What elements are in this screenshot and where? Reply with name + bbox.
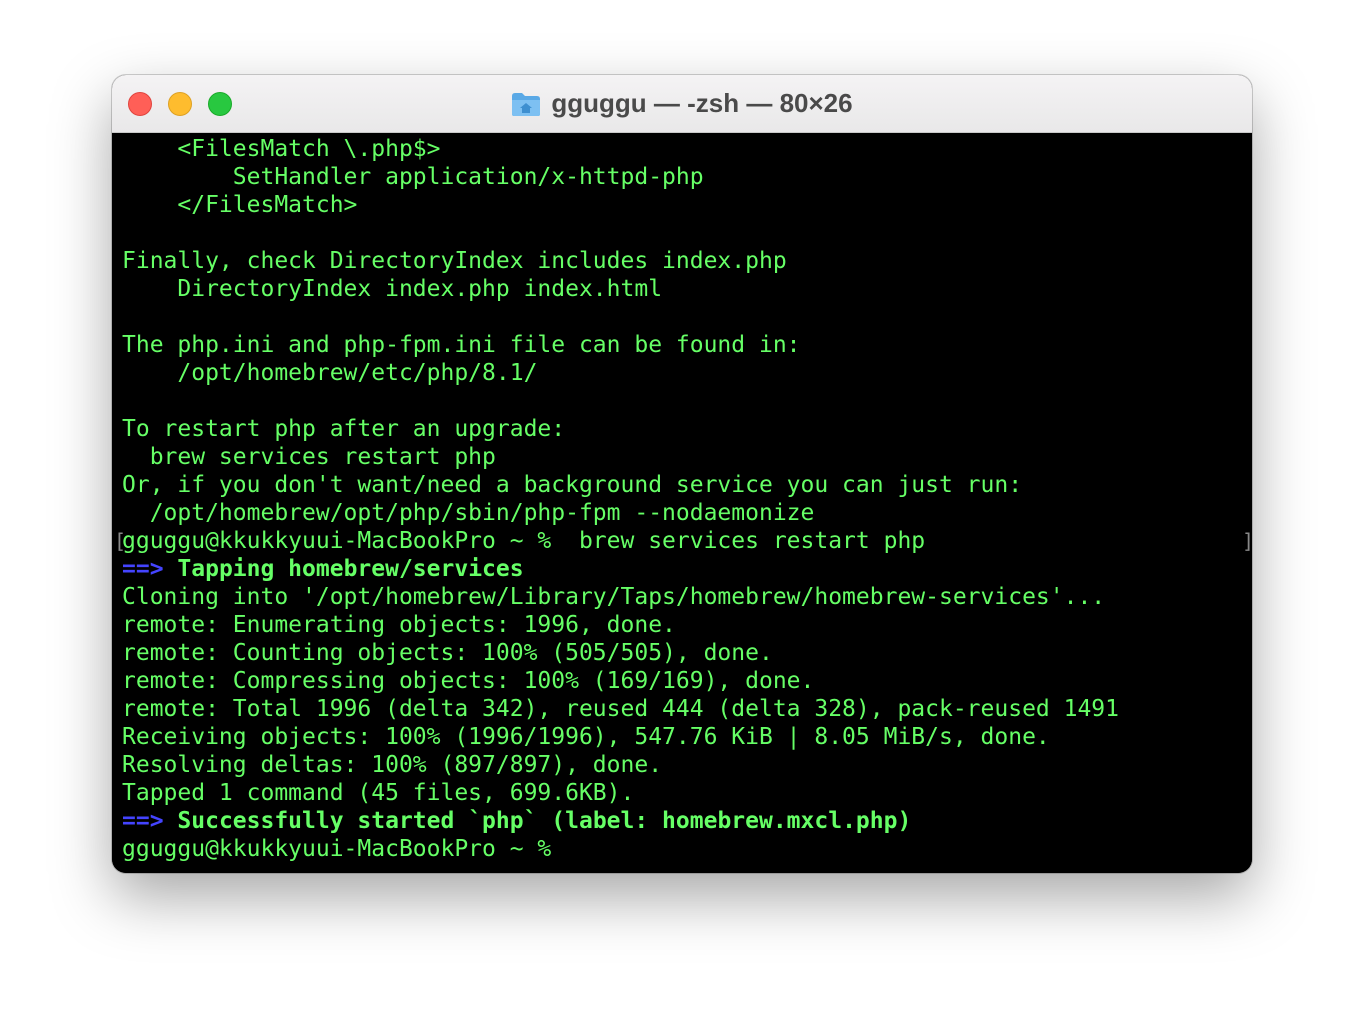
output-line: remote: Enumerating objects: 1996, done. xyxy=(122,612,676,638)
terminal-window: gguggu — -zsh — 80×26 <FilesMatch \.php$… xyxy=(112,75,1252,873)
arrow-marker: ==> xyxy=(122,808,164,834)
output-line: </FilesMatch> xyxy=(122,192,358,218)
output-line: remote: Counting objects: 100% (505/505)… xyxy=(122,640,773,666)
tap-header: Tapping homebrew/services xyxy=(177,556,524,582)
success-message: Successfully started `php` (label: homeb… xyxy=(177,808,912,834)
output-line: brew services restart php xyxy=(122,444,496,470)
output-line: Or, if you don't want/need a background … xyxy=(122,472,1023,498)
output-line: To restart php after an upgrade: xyxy=(122,416,566,442)
output-line: DirectoryIndex index.php index.html xyxy=(122,276,663,302)
output-line: <FilesMatch \.php$> xyxy=(122,136,441,162)
title-bar[interactable]: gguggu — -zsh — 80×26 xyxy=(112,75,1252,133)
output-line: Finally, check DirectoryIndex includes i… xyxy=(122,248,787,274)
arrow-marker: ==> xyxy=(122,556,164,582)
terminal-content[interactable]: <FilesMatch \.php$> SetHandler applicati… xyxy=(112,133,1252,873)
prompt-command: gguggu@kkukkyuui-MacBookPro ~ % brew ser… xyxy=(122,528,926,554)
marked-prompt-row: [ gguggu@kkukkyuui-MacBookPro ~ % brew s… xyxy=(112,527,1252,555)
success-line: ==> Successfully started `php` (label: h… xyxy=(122,807,911,835)
output-line: /opt/homebrew/opt/php/sbin/php-fpm --nod… xyxy=(122,500,815,526)
output-line: Cloning into '/opt/homebrew/Library/Taps… xyxy=(122,584,1106,610)
window-title-area: gguggu — -zsh — 80×26 xyxy=(112,75,1252,132)
output-line: The php.ini and php-fpm.ini file can be … xyxy=(122,332,801,358)
window-title: gguggu — -zsh — 80×26 xyxy=(551,88,853,118)
mark-right: ] xyxy=(1242,527,1252,555)
output-line: Receiving objects: 100% (1996/1996), 547… xyxy=(122,724,1050,750)
output-line: /opt/homebrew/etc/php/8.1/ xyxy=(122,360,538,386)
tap-header-line: ==> Tapping homebrew/services xyxy=(122,555,524,583)
output-line: remote: Compressing objects: 100% (169/1… xyxy=(122,668,815,694)
output-line: Tapped 1 command (45 files, 699.6KB). xyxy=(122,780,635,806)
output-line: Resolving deltas: 100% (897/897), done. xyxy=(122,752,663,778)
output-line: SetHandler application/x-httpd-php xyxy=(122,164,704,190)
output-line: remote: Total 1996 (delta 342), reused 4… xyxy=(122,696,1119,722)
home-folder-icon xyxy=(511,91,541,117)
final-prompt[interactable]: gguggu@kkukkyuui-MacBookPro ~ % xyxy=(122,835,551,863)
